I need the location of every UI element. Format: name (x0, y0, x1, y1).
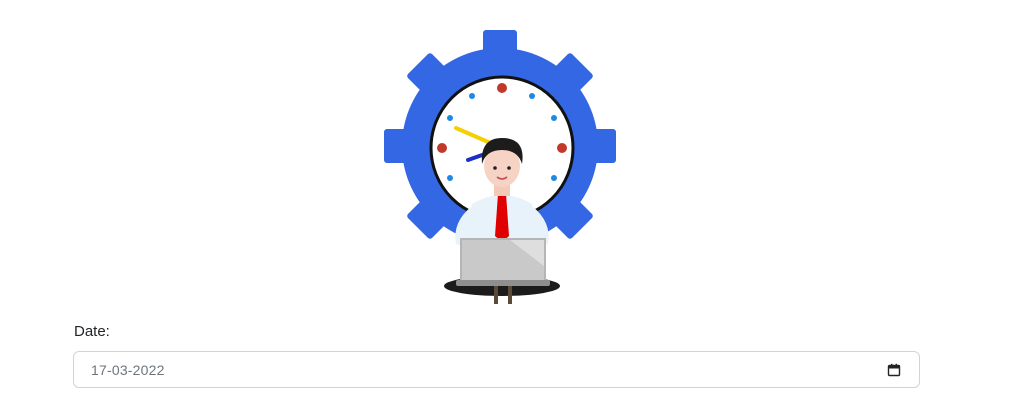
businessman-clock-gear-icon (384, 30, 616, 304)
date-label: Date: (74, 323, 110, 340)
date-input-value[interactable]: 17-03-2022 (91, 362, 165, 378)
hero-illustration (380, 26, 630, 312)
date-input[interactable]: 17-03-2022 (73, 351, 920, 388)
calendar-icon[interactable] (887, 363, 901, 377)
